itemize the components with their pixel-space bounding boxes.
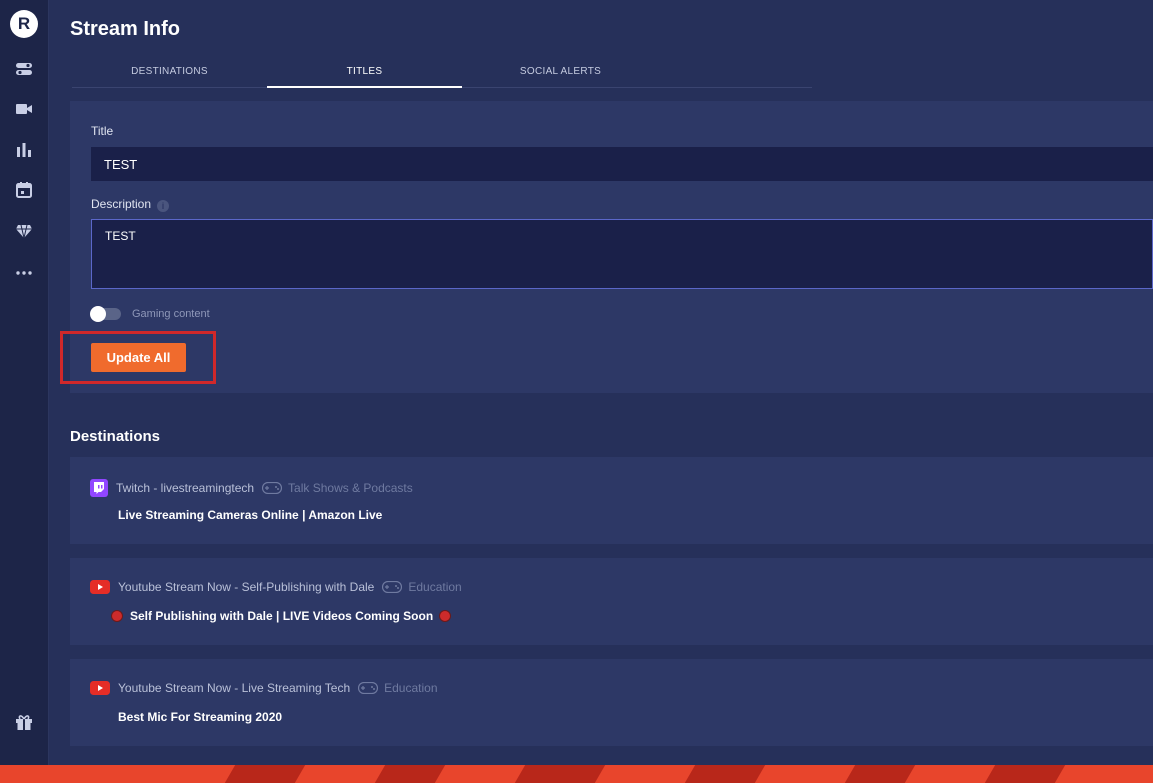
gift-icon[interactable]	[13, 711, 35, 733]
main-content: Stream Info DESTINATIONS TITLES SOCIAL A…	[49, 0, 1153, 765]
titles-form-panel: Title Description i TEST Gaming content U…	[60, 101, 1153, 393]
gaming-content-toggle-row: Gaming content	[90, 306, 210, 322]
youtube-icon	[90, 681, 110, 695]
more-icon[interactable]	[13, 262, 35, 284]
gaming-content-toggle[interactable]	[90, 306, 121, 322]
icon-rail: R	[0, 0, 49, 765]
red-circle-icon	[439, 610, 452, 622]
page-title: Stream Info	[70, 18, 181, 40]
destination-header: Youtube Stream Now - Self-Publishing wit…	[90, 580, 462, 594]
destination-name: Youtube Stream Now - Self-Publishing wit…	[118, 580, 375, 594]
destination-card[interactable]: Youtube Stream Now - Self-Publishing wit…	[70, 558, 1153, 645]
gaming-content-label: Gaming content	[132, 308, 210, 320]
destination-card[interactable]: Youtube Stream Now - Live Streaming Tech…	[70, 659, 1153, 746]
destination-stream-title: Live Streaming Cameras Online | Amazon L…	[118, 508, 383, 522]
destination-category: Talk Shows & Podcasts	[288, 481, 413, 495]
band-stripe	[684, 765, 766, 783]
tab-destinations[interactable]: DESTINATIONS	[72, 58, 267, 88]
destination-stream-title: Self Publishing with Dale | LIVE Videos …	[130, 609, 434, 623]
destination-stream-title-row: Self Publishing with Dale | LIVE Videos …	[111, 609, 452, 623]
red-circle-icon	[111, 610, 123, 622]
bottom-decorative-band	[0, 765, 1153, 783]
description-input[interactable]: TEST	[91, 219, 1153, 289]
destination-header: Twitch - livestreamingtech Talk Shows & …	[90, 479, 413, 497]
diamond-icon[interactable]	[13, 220, 35, 242]
toggle-knob	[90, 306, 106, 322]
destination-name: Youtube Stream Now - Live Streaming Tech	[118, 681, 351, 695]
tab-titles[interactable]: TITLES	[267, 58, 462, 88]
band-stripe	[514, 765, 606, 783]
band-stripe	[984, 765, 1066, 783]
youtube-icon	[90, 580, 110, 594]
title-input[interactable]	[91, 147, 1153, 181]
destination-stream-title: Best Mic For Streaming 2020	[118, 710, 283, 724]
destination-name: Twitch - livestreamingtech	[116, 481, 255, 495]
destination-header: Youtube Stream Now - Live Streaming Tech…	[90, 681, 438, 695]
band-stripe	[224, 765, 306, 783]
band-stripe	[374, 765, 446, 783]
gamepad-icon	[382, 581, 403, 593]
camera-icon[interactable]	[13, 98, 35, 120]
info-icon[interactable]: i	[157, 200, 170, 212]
gamepad-icon	[262, 482, 283, 494]
description-label: Description i	[91, 197, 170, 212]
toggle-icon[interactable]	[13, 58, 35, 80]
tab-social-alerts[interactable]: SOCIAL ALERTS	[463, 58, 658, 88]
tab-bar: DESTINATIONS TITLES SOCIAL ALERTS	[72, 58, 812, 88]
destination-card[interactable]: Twitch - livestreamingtech Talk Shows & …	[70, 457, 1153, 544]
app-logo[interactable]: R	[10, 10, 38, 38]
description-label-text: Description	[91, 197, 152, 211]
destinations-heading: Destinations	[70, 428, 161, 445]
band-stripe	[844, 765, 916, 783]
update-all-button[interactable]: Update All	[91, 343, 186, 372]
destination-category: Education	[408, 580, 462, 594]
title-label: Title	[91, 124, 114, 138]
bar-chart-icon[interactable]	[13, 139, 35, 161]
calendar-icon[interactable]	[13, 179, 35, 201]
gamepad-icon	[358, 682, 379, 694]
destination-category: Education	[384, 681, 438, 695]
twitch-icon	[90, 479, 108, 497]
